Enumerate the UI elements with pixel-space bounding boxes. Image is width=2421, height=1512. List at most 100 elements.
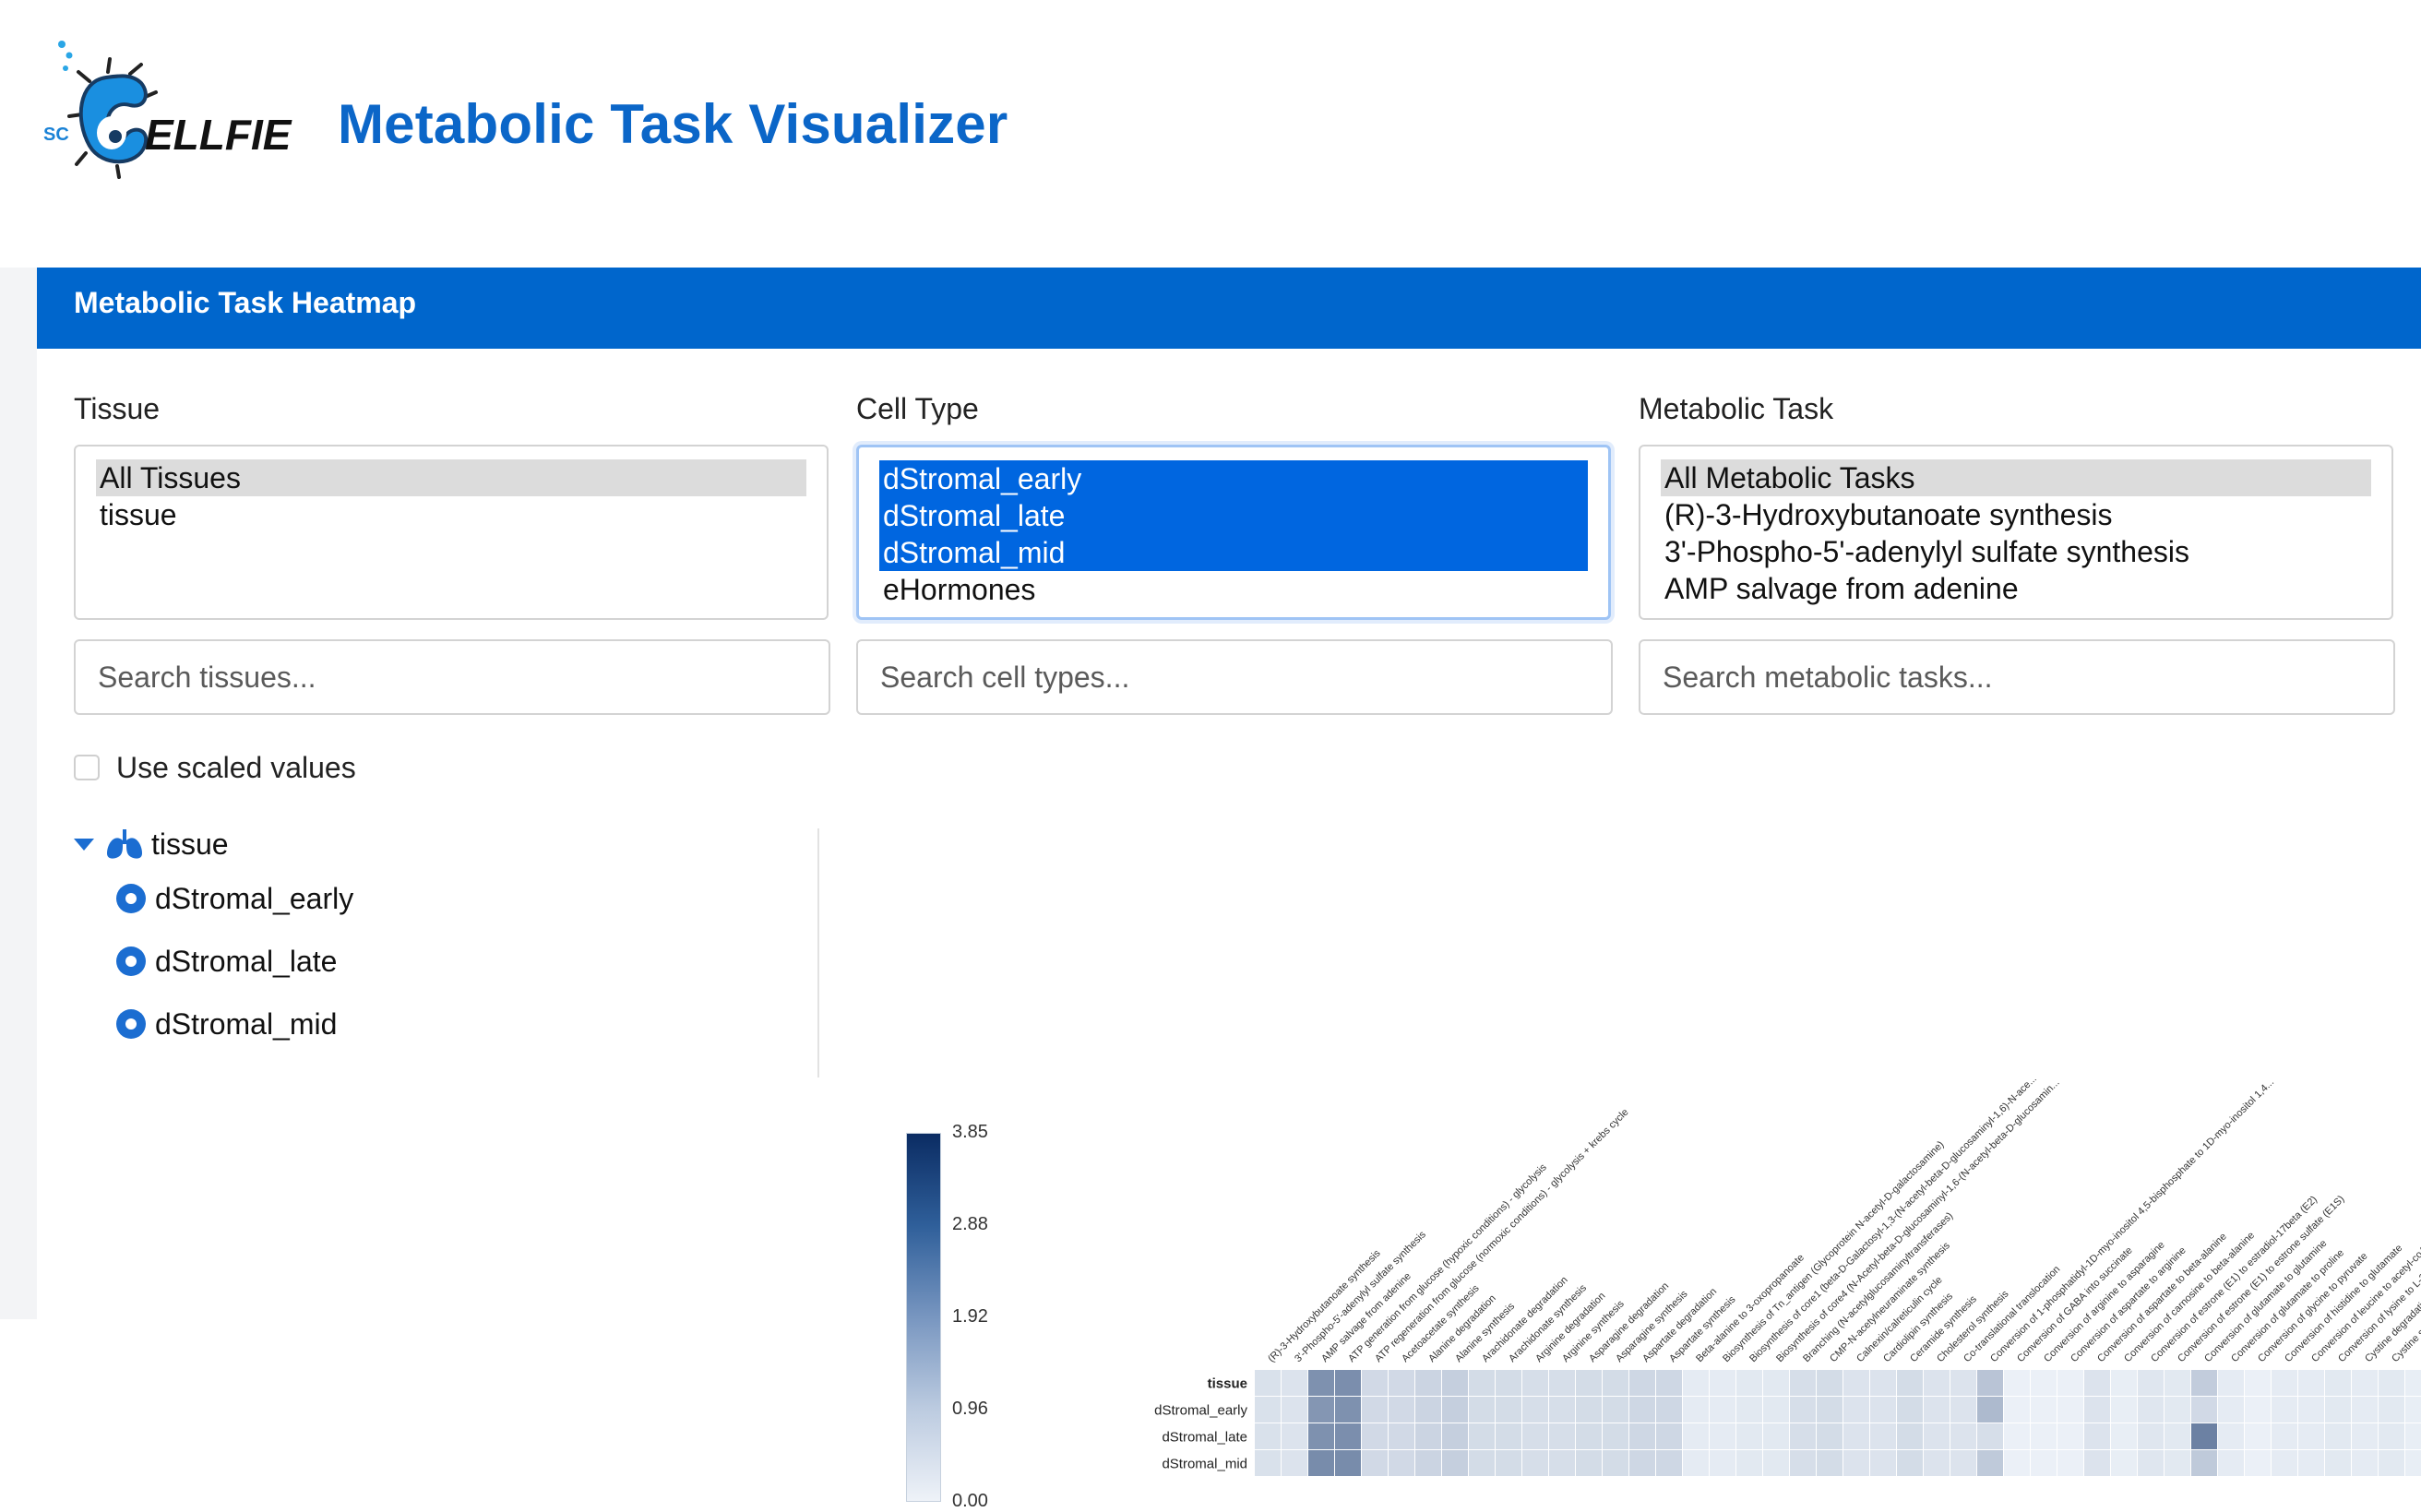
heatmap-cell[interactable] (2191, 1423, 2217, 1449)
heatmap-cell[interactable] (2004, 1370, 2030, 1396)
heatmap-cell[interactable] (1576, 1423, 1602, 1449)
tree-item[interactable]: dStromal_late (74, 930, 849, 993)
heatmap-cell[interactable] (1843, 1450, 1869, 1476)
heatmap-cell[interactable] (2004, 1450, 2030, 1476)
heatmap-cell[interactable] (1843, 1370, 1869, 1396)
heatmap-cell[interactable] (1897, 1370, 1923, 1396)
heatmap-cell[interactable] (2298, 1423, 2324, 1449)
heatmap-cell[interactable] (1790, 1450, 1816, 1476)
scaled-values-checkbox[interactable] (74, 755, 100, 780)
tissue-listbox[interactable]: All Tissues tissue (74, 445, 829, 620)
cell-type-option[interactable]: dStromal_late (879, 497, 1588, 534)
heatmap-cell[interactable] (1763, 1450, 1789, 1476)
heatmap-cell[interactable] (1362, 1450, 1388, 1476)
heatmap-cell[interactable] (1255, 1450, 1281, 1476)
heatmap-cell[interactable] (2031, 1423, 2057, 1449)
heatmap-cell[interactable] (1522, 1423, 1548, 1449)
tree-item[interactable]: dStromal_early (74, 867, 849, 930)
heatmap-cell[interactable] (2245, 1450, 2271, 1476)
heatmap-cell[interactable] (2245, 1370, 2271, 1396)
heatmap-cell[interactable] (2111, 1423, 2137, 1449)
heatmap-cell[interactable] (2191, 1397, 2217, 1423)
heatmap-cell[interactable] (1736, 1423, 1762, 1449)
heatmap-cell[interactable] (1736, 1397, 1762, 1423)
heatmap-cell[interactable] (2352, 1397, 2378, 1423)
heatmap-cell[interactable] (1817, 1370, 1843, 1396)
heatmap-cell[interactable] (1629, 1370, 1655, 1396)
radio-selected-icon[interactable] (116, 884, 146, 913)
heatmap-cell[interactable] (1629, 1450, 1655, 1476)
heatmap-cell[interactable] (1389, 1397, 1414, 1423)
metabolic-heatmap[interactable]: (R)-3-Hydroxybutanoate synthesis3'-Phosp… (1135, 1079, 2421, 1485)
heatmap-cell[interactable] (2084, 1370, 2110, 1396)
heatmap-cell[interactable] (1603, 1450, 1628, 1476)
heatmap-cell[interactable] (1950, 1423, 1976, 1449)
heatmap-cell[interactable] (2165, 1397, 2190, 1423)
heatmap-cell[interactable] (2245, 1397, 2271, 1423)
heatmap-cell[interactable] (1308, 1370, 1334, 1396)
heatmap-cell[interactable] (2057, 1397, 2083, 1423)
cell-type-option[interactable]: dStromal_early (879, 460, 1588, 497)
heatmap-cell[interactable] (1549, 1397, 1575, 1423)
heatmap-cell[interactable] (2325, 1423, 2351, 1449)
heatmap-cell[interactable] (1870, 1423, 1896, 1449)
heatmap-cell[interactable] (2272, 1397, 2297, 1423)
heatmap-cell[interactable] (1496, 1397, 1521, 1423)
heatmap-cell[interactable] (1603, 1397, 1628, 1423)
heatmap-cell[interactable] (2272, 1450, 2297, 1476)
heatmap-cell[interactable] (2165, 1450, 2190, 1476)
heatmap-cell[interactable] (1950, 1370, 1976, 1396)
heatmap-cell[interactable] (1977, 1450, 2003, 1476)
heatmap-cell[interactable] (2111, 1450, 2137, 1476)
heatmap-cell[interactable] (1790, 1370, 1816, 1396)
heatmap-cell[interactable] (1977, 1423, 2003, 1449)
heatmap-cell[interactable] (2111, 1397, 2137, 1423)
radio-selected-icon[interactable] (116, 1009, 146, 1039)
heatmap-cell[interactable] (1870, 1450, 1896, 1476)
heatmap-cell[interactable] (2084, 1423, 2110, 1449)
heatmap-cell[interactable] (1843, 1423, 1869, 1449)
heatmap-cell[interactable] (1656, 1423, 1682, 1449)
heatmap-cell[interactable] (1790, 1423, 1816, 1449)
heatmap-cell[interactable] (1335, 1423, 1361, 1449)
heatmap-cell[interactable] (1656, 1370, 1682, 1396)
heatmap-cell[interactable] (1897, 1450, 1923, 1476)
heatmap-cell[interactable] (2138, 1397, 2164, 1423)
heatmap-cell[interactable] (2405, 1450, 2421, 1476)
heatmap-cell[interactable] (1897, 1423, 1923, 1449)
heatmap-cell[interactable] (1924, 1370, 1950, 1396)
heatmap-cell[interactable] (2218, 1397, 2244, 1423)
heatmap-cell[interactable] (2084, 1450, 2110, 1476)
heatmap-cell[interactable] (1308, 1423, 1334, 1449)
heatmap-cell[interactable] (1442, 1423, 1468, 1449)
heatmap-cell[interactable] (2379, 1450, 2404, 1476)
heatmap-cell[interactable] (2272, 1370, 2297, 1396)
heatmap-cell[interactable] (1389, 1423, 1414, 1449)
heatmap-cell[interactable] (1576, 1397, 1602, 1423)
heatmap-cell[interactable] (2004, 1423, 2030, 1449)
heatmap-cell[interactable] (1282, 1423, 1307, 1449)
heatmap-cell[interactable] (1496, 1450, 1521, 1476)
heatmap-cell[interactable] (1335, 1397, 1361, 1423)
heatmap-cell[interactable] (1255, 1397, 1281, 1423)
cell-type-option[interactable]: dStromal_mid (879, 534, 1588, 571)
heatmap-cell[interactable] (1817, 1450, 1843, 1476)
heatmap-cell[interactable] (2138, 1423, 2164, 1449)
heatmap-cell[interactable] (1710, 1423, 1735, 1449)
heatmap-cell[interactable] (1469, 1450, 1495, 1476)
heatmap-cell[interactable] (1549, 1370, 1575, 1396)
heatmap-cell[interactable] (1362, 1423, 1388, 1449)
heatmap-cell[interactable] (1977, 1397, 2003, 1423)
heatmap-cell[interactable] (2325, 1450, 2351, 1476)
heatmap-cell[interactable] (1763, 1397, 1789, 1423)
heatmap-cell[interactable] (2031, 1397, 2057, 1423)
heatmap-cell[interactable] (1282, 1450, 1307, 1476)
heatmap-cell[interactable] (1469, 1370, 1495, 1396)
heatmap-cell[interactable] (1683, 1370, 1709, 1396)
caret-down-icon[interactable] (74, 838, 94, 851)
heatmap-cell[interactable] (2138, 1370, 2164, 1396)
heatmap-cell[interactable] (1308, 1450, 1334, 1476)
heatmap-cell[interactable] (1683, 1423, 1709, 1449)
heatmap-cell[interactable] (1710, 1370, 1735, 1396)
heatmap-cell[interactable] (2031, 1450, 2057, 1476)
